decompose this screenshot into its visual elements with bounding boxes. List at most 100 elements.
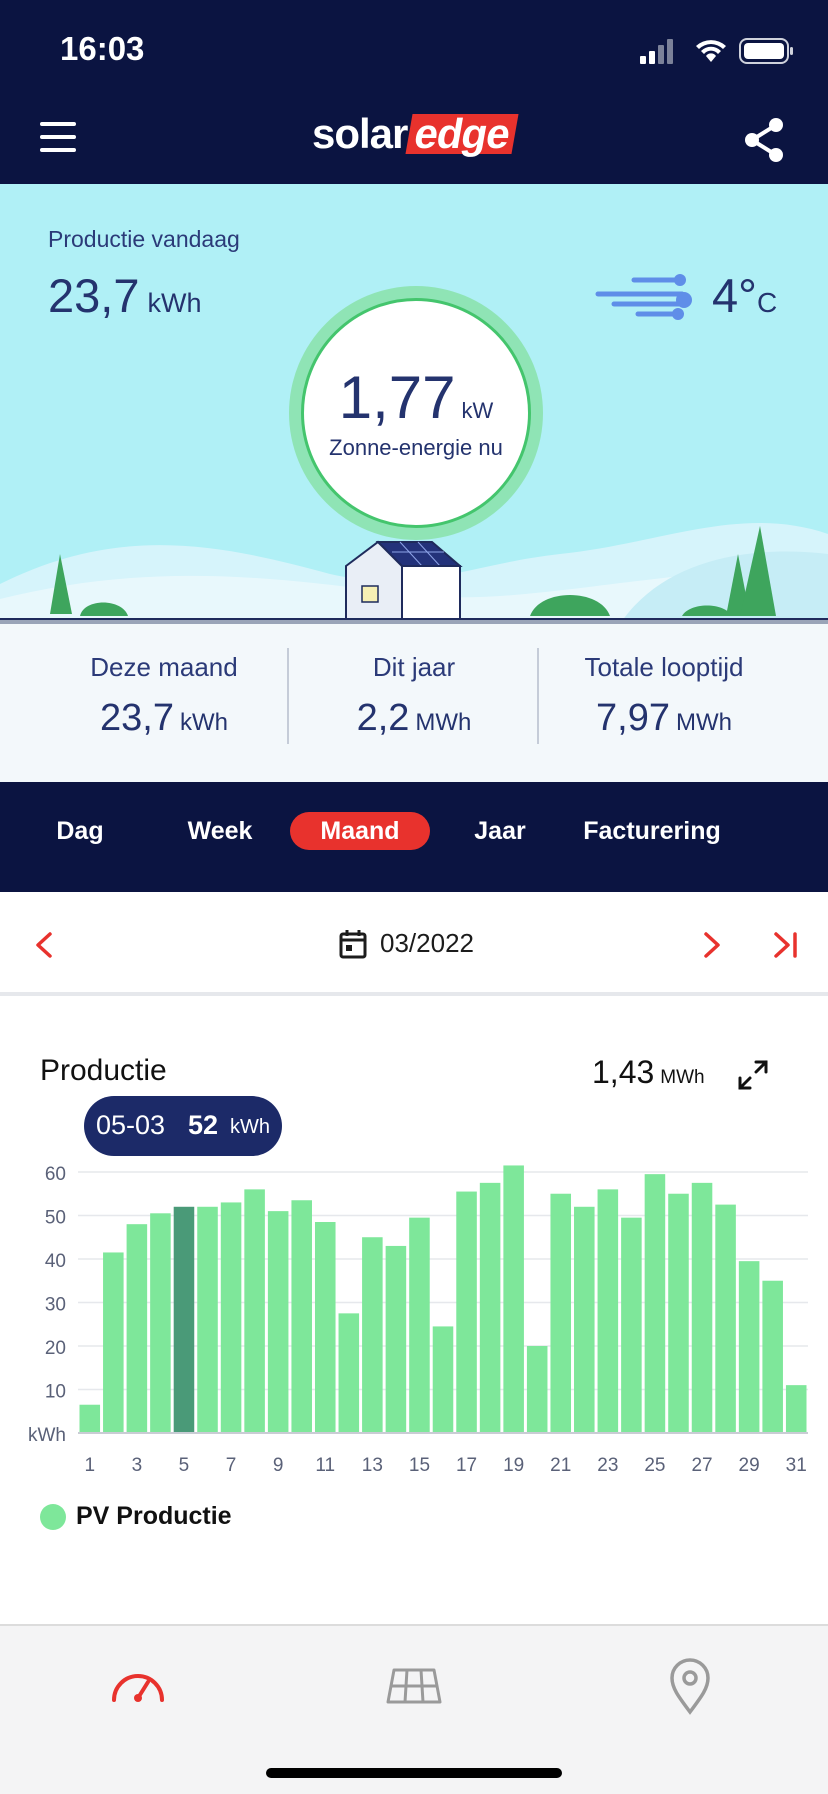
chart-bar[interactable] <box>503 1165 524 1433</box>
legend-label: PV Productie <box>76 1502 232 1530</box>
x-tick-label: 3 <box>132 1455 143 1476</box>
chevron-right-icon[interactable] <box>700 930 724 960</box>
tab-billing[interactable]: Facturering <box>566 812 738 850</box>
tooltip-unit: kWh <box>230 1116 270 1138</box>
menu-icon-line <box>40 135 76 139</box>
y-axis-unit-label: kWh <box>28 1425 66 1446</box>
chart-bar[interactable] <box>526 1345 548 1433</box>
tab-year[interactable]: Jaar <box>450 812 550 850</box>
x-tick-label: 1 <box>84 1455 95 1476</box>
chart-bar[interactable] <box>550 1193 572 1433</box>
chart-bar[interactable] <box>574 1206 595 1433</box>
chart-bar[interactable] <box>244 1189 265 1433</box>
wind-icon <box>595 274 692 320</box>
chart-tooltip: 05-03 52 kWh <box>84 1096 282 1156</box>
battery-icon <box>739 38 793 64</box>
production-today-label: Productie vandaag <box>48 226 240 252</box>
chart-bar[interactable] <box>291 1200 312 1433</box>
chart-bar[interactable] <box>668 1193 689 1433</box>
x-tick-label: 15 <box>409 1455 430 1476</box>
tab-day[interactable]: Dag <box>30 812 130 850</box>
chart-bar[interactable] <box>197 1206 218 1433</box>
x-tick-label: 23 <box>597 1455 618 1476</box>
location-pin-icon[interactable] <box>660 1656 720 1716</box>
chart-bar[interactable] <box>220 1202 242 1433</box>
temperature: 4°C <box>712 268 777 323</box>
share-icon[interactable] <box>742 116 786 164</box>
chart-bar[interactable] <box>385 1245 407 1433</box>
stat-lifetime: Totale looptijd 7,97 MWh <box>539 652 789 740</box>
chart-bar[interactable] <box>103 1252 124 1433</box>
chart-bar[interactable] <box>644 1174 666 1433</box>
chart-bar[interactable] <box>785 1385 807 1433</box>
current-power-number: 1,77 <box>338 364 456 431</box>
chart-bar[interactable] <box>79 1404 101 1433</box>
x-tick-label: 7 <box>226 1455 237 1476</box>
chart-bar[interactable] <box>597 1189 619 1433</box>
chart-bar[interactable] <box>479 1182 501 1433</box>
production-bar-chart[interactable]: 102030405060kWh1 3 5 7 9 11 13 15 17 19 21 23 25 27 29… <box>0 1150 828 1480</box>
stat-this-year: Dit jaar 2,2 MWh <box>289 652 539 740</box>
y-tick-label: 30 <box>45 1294 66 1315</box>
chart-bar[interactable] <box>173 1206 195 1433</box>
status-icons <box>640 38 793 64</box>
chart-total-unit: MWh <box>660 1067 705 1088</box>
calendar-icon <box>339 930 367 959</box>
chart-bar[interactable] <box>150 1213 171 1433</box>
x-tick-label: 31 <box>786 1455 807 1476</box>
solar-panel-icon[interactable] <box>384 1656 444 1716</box>
chart-bar[interactable] <box>314 1222 336 1433</box>
chart-bar[interactable] <box>338 1313 360 1433</box>
tooltip-value: 52 <box>188 1110 219 1140</box>
x-tick-label: 19 <box>503 1455 524 1476</box>
date-label: 03/2022 <box>380 928 474 958</box>
x-tick-label: 13 <box>362 1455 383 1476</box>
menu-button[interactable] <box>38 120 80 154</box>
stat-value: 23,7 kWh <box>39 697 289 740</box>
menu-icon-line <box>40 148 76 152</box>
current-power-circle: 1,77 kW Zonne-energie nu <box>301 298 531 528</box>
x-tick-label: 27 <box>691 1455 712 1476</box>
current-power-unit: kW <box>461 398 494 423</box>
chart-bar[interactable] <box>267 1211 289 1433</box>
stat-number: 2,2 <box>356 697 410 739</box>
expand-icon[interactable] <box>736 1058 770 1092</box>
chart-bar[interactable] <box>456 1191 477 1433</box>
y-tick-label: 20 <box>45 1338 66 1359</box>
production-today-number: 23,7 <box>48 269 140 322</box>
energy-summary: Deze maand 23,7 kWh Dit jaar 2,2 MWh Total… <box>0 624 828 782</box>
chart-title: Productie <box>40 1054 167 1087</box>
date-navigation: 03/2022 <box>0 892 828 996</box>
chart-total: 1,43 MWh <box>592 1054 705 1091</box>
home-indicator <box>266 1768 562 1778</box>
chart-bar[interactable] <box>621 1217 642 1433</box>
chart-bar[interactable] <box>126 1224 148 1433</box>
menu-icon <box>40 122 76 126</box>
current-power-label: Zonne-energie nu <box>329 435 503 460</box>
temperature-value: 4° <box>712 269 757 322</box>
signal-icon <box>640 39 673 64</box>
chart-bar[interactable] <box>409 1217 430 1433</box>
x-tick-label: 29 <box>739 1455 760 1476</box>
chart-bar[interactable] <box>738 1261 760 1433</box>
tab-week[interactable]: Week <box>170 812 270 850</box>
dashboard-gauge-icon[interactable] <box>108 1656 168 1716</box>
house-icon <box>345 540 463 623</box>
x-tick-label: 25 <box>644 1455 665 1476</box>
chart-bar[interactable] <box>762 1280 783 1433</box>
chart-total-value: 1,43 <box>592 1054 655 1090</box>
chart-bar[interactable] <box>362 1237 383 1433</box>
stat-label: Totale looptijd <box>584 652 744 682</box>
stat-value: 7,97 MWh <box>539 697 789 740</box>
logo-solar: solar <box>312 110 408 157</box>
skip-to-last-icon[interactable] <box>770 930 800 960</box>
chevron-left-icon[interactable] <box>32 930 56 960</box>
chart-bar[interactable] <box>715 1204 736 1433</box>
stat-this-month: Deze maand 23,7 kWh <box>39 652 289 740</box>
tab-month[interactable]: Maand <box>290 812 430 850</box>
period-tabs: Dag Week Maand Jaar Facturering <box>0 782 828 892</box>
x-tick-label: 21 <box>550 1455 571 1476</box>
stat-unit: MWh <box>415 709 472 736</box>
chart-bar[interactable] <box>691 1182 713 1433</box>
chart-bar[interactable] <box>432 1326 454 1433</box>
